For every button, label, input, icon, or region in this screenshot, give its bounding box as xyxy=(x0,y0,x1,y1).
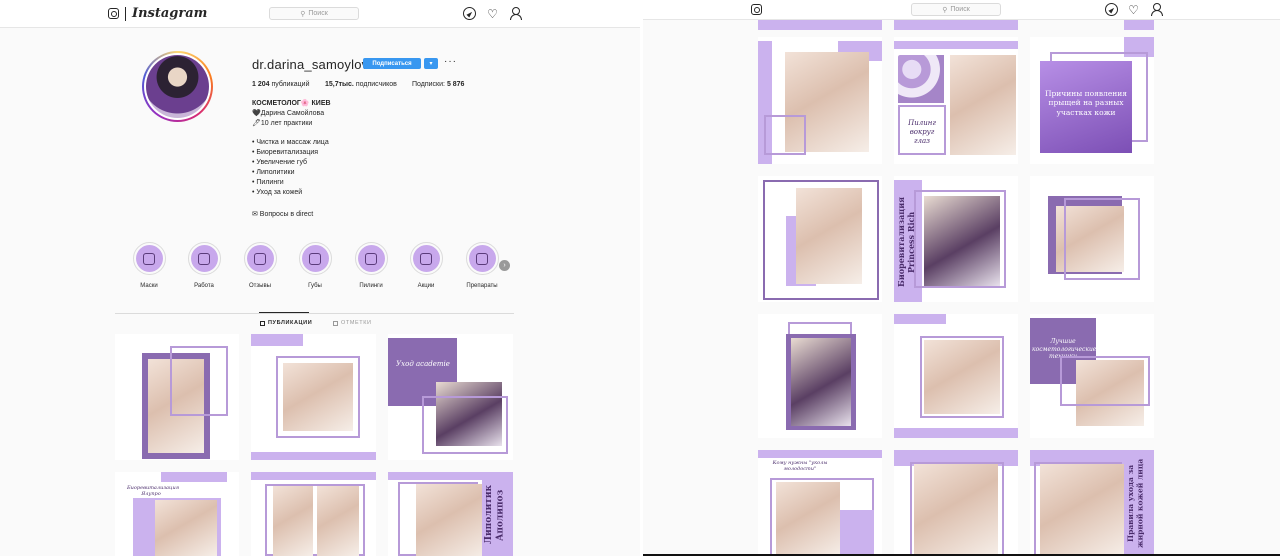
post-caption: Причины появления прыщей на разных участ… xyxy=(1044,89,1128,117)
tag-icon xyxy=(333,320,338,326)
highlight-lips[interactable]: Губы xyxy=(297,242,333,289)
bio-line: • Биоревитализация xyxy=(252,149,319,156)
suggestions-dropdown-button[interactable]: ▾ xyxy=(424,58,438,69)
post-caption: Уход academie xyxy=(396,360,450,368)
post-tile[interactable] xyxy=(758,176,882,302)
feed-grid-screen: ⚲ Поиск ♡ Пилинг вокруг глаз Причины поя… xyxy=(643,0,1280,556)
highlight-reviews[interactable]: Отзывы xyxy=(242,242,278,289)
post-tile[interactable]: Причины появления прыщей на разных участ… xyxy=(1030,37,1154,164)
post-tile[interactable]: Липолитик Аполипоз xyxy=(388,472,513,556)
following-stat[interactable]: Подписки: 5 876 xyxy=(412,81,464,88)
post-tile[interactable]: Лучшие косметологические техники xyxy=(1030,314,1154,438)
post-tile[interactable] xyxy=(115,334,239,460)
search-input[interactable]: ⚲ Поиск xyxy=(911,3,1001,16)
post-tile[interactable] xyxy=(251,472,376,556)
profile-icon[interactable] xyxy=(1150,3,1163,16)
profile-icon[interactable] xyxy=(509,7,522,20)
follow-button[interactable]: Подписаться xyxy=(363,58,421,69)
grid-icon xyxy=(260,320,265,326)
logo-divider xyxy=(125,7,126,21)
bio-line: КОСМЕТОЛОГ🌸 КИЕВ xyxy=(252,100,331,107)
highlight-work[interactable]: Работа xyxy=(186,242,222,289)
highlight-promos[interactable]: Акции xyxy=(408,242,444,289)
post-tile[interactable] xyxy=(1030,176,1154,302)
tabs-divider xyxy=(115,313,514,314)
bio-line: 🖤Дарина Самойлова xyxy=(252,110,325,117)
search-icon: ⚲ xyxy=(942,6,948,14)
top-nav-bar: Instagram ⚲ Поиск ♡ xyxy=(0,0,640,28)
bio-direct-line: ✉ Вопросы в direct xyxy=(252,211,314,218)
search-placeholder: Поиск xyxy=(308,10,328,17)
search-input[interactable]: ⚲ Поиск xyxy=(269,7,359,20)
top-nav-bar: ⚲ Поиск ♡ xyxy=(643,0,1280,20)
posts-stat: 1 204 публикаций xyxy=(252,81,310,88)
instagram-logo-icon[interactable] xyxy=(751,4,762,15)
followers-stat[interactable]: 15,7тыс. подписчиков xyxy=(325,81,397,88)
post-caption: Правила ухода за жирной кожей лица xyxy=(1126,458,1145,548)
tab-tagged[interactable]: ОТМЕТКИ xyxy=(333,320,372,326)
more-options-icon[interactable]: ··· xyxy=(444,56,457,67)
post-tile[interactable] xyxy=(251,334,376,460)
profile-screen: Instagram ⚲ Поиск ♡ dr.darina_samoylova … xyxy=(0,0,640,556)
post-tile[interactable] xyxy=(894,450,1018,556)
highlight-masks[interactable]: Маски xyxy=(131,242,167,289)
post-tile[interactable]: Правила ухода за жирной кожей лица xyxy=(1030,450,1154,556)
post-tile[interactable]: Биоревитализация Princess Rich xyxy=(894,176,1018,302)
search-icon: ⚲ xyxy=(300,10,306,18)
bio-line: • Липолитики xyxy=(252,169,295,176)
highlights-next-arrow-icon[interactable]: › xyxy=(499,260,510,271)
post-tile[interactable] xyxy=(758,37,882,164)
bio-line: • Увеличение губ xyxy=(252,159,308,166)
compass-icon[interactable] xyxy=(1105,3,1118,16)
post-tile[interactable]: Кому нужны "уколы молодости" xyxy=(758,450,882,556)
active-tab-indicator xyxy=(259,312,309,313)
post-caption: Биоревитализация Princess Rich xyxy=(896,196,916,288)
tab-posts[interactable]: ПУБЛИКАЦИИ xyxy=(260,320,312,326)
post-caption: Кому нужны "уколы молодости" xyxy=(772,460,828,473)
post-caption: Липолитик Аполипоз xyxy=(484,485,506,545)
bio-line: 🖊10 лет практики xyxy=(252,120,313,127)
highlight-peels[interactable]: Пилинги xyxy=(353,242,389,289)
post-tile[interactable]: Биоревитализация Ялупро xyxy=(115,472,239,556)
bio-line: • Чистка и массаж лица xyxy=(252,139,329,146)
highlight-products[interactable]: Препараты xyxy=(464,242,500,289)
heart-icon[interactable]: ♡ xyxy=(486,7,499,20)
avatar[interactable] xyxy=(142,51,213,122)
username: dr.darina_samoylova xyxy=(252,57,376,72)
post-tile[interactable] xyxy=(894,314,1018,438)
post-tile[interactable]: Пилинг вокруг глаз xyxy=(894,37,1018,164)
bio-line: • Пилинги xyxy=(252,179,284,186)
compass-icon[interactable] xyxy=(463,7,476,20)
post-caption: Биоревитализация Ялупро xyxy=(127,485,180,498)
heart-icon[interactable]: ♡ xyxy=(1127,3,1140,16)
search-placeholder: Поиск xyxy=(950,6,970,13)
bio-line: • Уход за кожей xyxy=(252,189,303,196)
post-tile[interactable] xyxy=(758,314,882,438)
instagram-wordmark[interactable]: Instagram xyxy=(132,6,207,21)
post-tile[interactable]: Уход academie xyxy=(388,334,513,460)
post-caption: Пилинг вокруг глаз xyxy=(908,119,936,145)
instagram-logo-icon[interactable] xyxy=(108,8,119,19)
